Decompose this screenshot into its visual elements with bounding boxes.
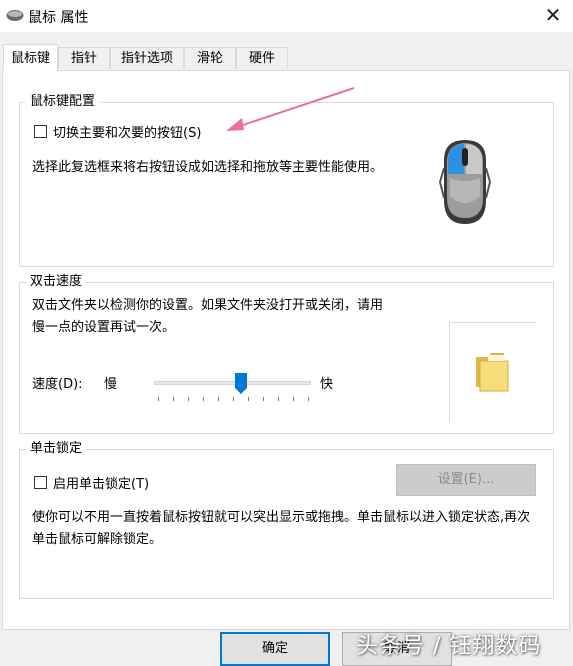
title-bar: 鼠标 属性 ✕: [0, 0, 573, 32]
ok-button[interactable]: 确定: [220, 632, 330, 666]
tab-buttons[interactable]: 鼠标键: [3, 44, 58, 71]
test-folder-area[interactable]: [449, 322, 537, 422]
speed-slider-track[interactable]: [154, 381, 311, 385]
button-config-description: 选择此复选框来将右按钮设成如选择和拖放等主要性能使用。: [32, 160, 384, 175]
close-icon: ✕: [544, 3, 562, 27]
slider-tick: [263, 397, 264, 401]
click-lock-legend: 单击锁定: [26, 440, 87, 458]
click-lock-settings-button[interactable]: 设置(E)...: [396, 464, 536, 496]
button-config-legend: 鼠标键配置: [26, 93, 100, 111]
window-title: 鼠标 属性: [28, 10, 89, 26]
slider-tick: [203, 397, 204, 401]
click-lock-label[interactable]: 启用单击锁定(T): [53, 473, 149, 492]
slider-tick: [188, 397, 189, 401]
close-button[interactable]: ✕: [533, 0, 573, 32]
click-lock-description: 使你可以不用一直按着鼠标按钮就可以突出显示或拖拽。单击鼠标以进入锁定状态,再次单…: [32, 510, 531, 547]
slider-tick: [248, 397, 249, 401]
slider-tick: [158, 397, 159, 401]
tab-hardware[interactable]: 硬件: [236, 47, 288, 69]
watermark: 头条号 / 钰翔数码: [356, 634, 542, 659]
slider-tick: [233, 397, 234, 401]
slider-tick: [308, 397, 309, 401]
mouse-icon: [6, 10, 24, 21]
slow-label: 慢: [104, 377, 118, 392]
slider-tick: [173, 397, 174, 401]
slider-tick: [293, 397, 294, 401]
switch-buttons-label[interactable]: 切换主要和次要的按钮(S): [53, 122, 201, 141]
slider-tick: [278, 397, 279, 401]
tab-pointers[interactable]: 指针: [58, 47, 110, 69]
double-click-legend: 双击速度: [26, 273, 87, 291]
switch-buttons-checkbox[interactable]: [34, 125, 47, 138]
tab-pointer-options[interactable]: 指针选项: [110, 47, 184, 69]
speed-slider-thumb[interactable]: [235, 373, 247, 395]
fast-label: 快: [320, 377, 334, 392]
tab-wheel[interactable]: 滑轮: [184, 47, 236, 69]
annotation-arrow-icon: [226, 87, 355, 131]
click-lock-checkbox[interactable]: [34, 476, 47, 489]
slider-tick: [218, 397, 219, 401]
double-click-description: 双击文件夹以检测你的设置。如果文件夹没打开或关闭，请用慢一点的设置再试一次。: [32, 298, 384, 335]
speed-label: 速度(D):: [32, 377, 83, 392]
folder-icon[interactable]: [474, 351, 514, 393]
mouse-illustration: [438, 140, 492, 224]
